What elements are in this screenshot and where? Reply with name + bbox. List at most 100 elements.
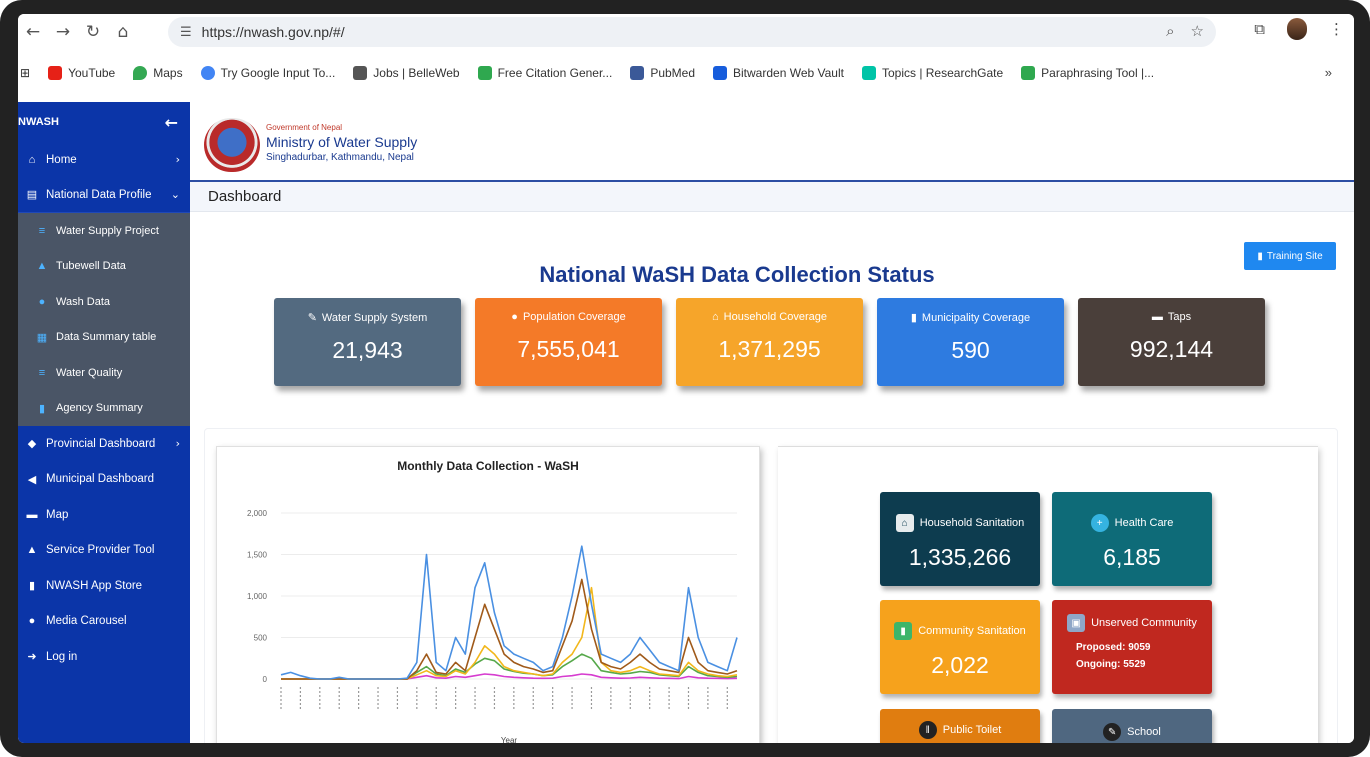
bookmarks-bar: ⊞ YouTube Maps Try Google Input To... Jo…: [18, 58, 1354, 88]
map-icon: ▬: [26, 508, 38, 521]
bookmark-item[interactable]: PubMed: [630, 66, 695, 80]
bookmark-item[interactable]: Try Google Input To...: [200, 66, 335, 80]
tubewell-icon: ▲: [36, 260, 48, 273]
edit-icon: ✎: [307, 312, 317, 324]
device-frame: ← → ↻ ⌂ ☰ https://nwash.gov.np/#/ ⌕ ☆ ⧉ …: [0, 0, 1370, 757]
unserved-icon: ▣: [1067, 614, 1086, 632]
school-icon: ✎: [1103, 723, 1122, 741]
sidebar-item-provincial-dashboard[interactable]: ◆ Provincial Dashboard ›: [18, 426, 190, 462]
chevron-right-icon: ›: [175, 153, 180, 167]
sidebar-item-municipal-dashboard[interactable]: ◀ Municipal Dashboard: [18, 462, 190, 498]
browser-window: ← → ↻ ⌂ ☰ https://nwash.gov.np/#/ ⌕ ☆ ⧉ …: [18, 14, 1354, 743]
extensions-icon[interactable]: ⧉: [1254, 20, 1265, 38]
maps-icon: [133, 66, 148, 80]
back-icon[interactable]: ←: [18, 17, 48, 47]
bookmark-star-icon[interactable]: ☆: [1191, 22, 1204, 40]
sidebar-item-national-data-profile[interactable]: ▤ National Data Profile ⌄: [18, 177, 190, 213]
series-line: [281, 586, 738, 680]
users-icon: ●: [511, 311, 518, 323]
database-icon: ▤: [26, 189, 38, 202]
tile-community-sanitation: ▮ Community Sanitation 2,022: [880, 600, 1040, 694]
youtube-icon: [48, 66, 63, 80]
home-icon: ⌂: [28, 153, 36, 166]
forward-icon[interactable]: →: [48, 17, 78, 47]
sidebar-item-map[interactable]: ▬ Map: [18, 497, 190, 533]
reload-icon[interactable]: ↻: [78, 17, 108, 47]
pubmed-icon: [630, 66, 645, 80]
address-bar[interactable]: ☰ https://nwash.gov.np/#/ ⌕ ☆: [168, 17, 1216, 47]
stat-household-coverage: ⌂ Household Coverage 1,371,295: [676, 298, 863, 386]
y-tick-label: 0: [263, 675, 268, 684]
sidebar-item-service-provider-tool[interactable]: ▲ Service Provider Tool: [18, 533, 190, 569]
more-bookmarks-icon[interactable]: »: [1325, 65, 1332, 80]
sidebar-subitem[interactable]: ≡ Water Quality: [18, 355, 190, 391]
zoom-icon[interactable]: ⌕: [1166, 22, 1174, 40]
chevron-right-icon: ›: [175, 437, 180, 451]
sidebar-brand: NWASH: [18, 116, 59, 128]
sidebar-item-media-carousel[interactable]: ● Media Carousel: [18, 604, 190, 640]
stat-cards: ✎ Water Supply System 21,943 ● Population C…: [274, 298, 1265, 386]
bookmark-item[interactable]: YouTube: [48, 66, 115, 80]
sidebar-subitem[interactable]: ▦ Data Summary table: [18, 320, 190, 356]
bookmark-item[interactable]: Free Citation Gener...: [477, 66, 612, 80]
bookmark-item[interactable]: Jobs | BelleWeb: [353, 66, 460, 80]
unserved-proposed: Proposed: 9059: [1076, 642, 1151, 653]
bookmark-item[interactable]: Topics | ResearchGate: [861, 66, 1003, 80]
main-content: Government of Nepal Ministry of Water Su…: [190, 102, 1354, 743]
stat-water-supply-system: ✎ Water Supply System 21,943: [274, 298, 461, 386]
list-icon: ≡: [38, 224, 46, 237]
sidebar-item-login[interactable]: ➜ Log in: [18, 639, 190, 675]
series-line: [281, 578, 738, 680]
book-icon: ▮: [1257, 250, 1263, 262]
sidebar-header: NWASH ←: [18, 102, 190, 142]
url-text: https://nwash.gov.np/#/: [201, 24, 345, 40]
y-tick-label: 500: [254, 634, 268, 643]
sidebar-subitem[interactable]: ≡ Water Supply Project: [18, 213, 190, 249]
browser-toolbar: ← → ↻ ⌂ ☰ https://nwash.gov.np/#/ ⌕ ☆ ⧉ …: [18, 14, 1354, 50]
tile-public-toilet: ‖ Public Toilet: [880, 709, 1040, 743]
building-icon: ▮: [38, 402, 46, 415]
x-axis-label: Year: [501, 736, 518, 743]
chevron-down-icon: ⌄: [170, 188, 180, 202]
community-icon: ▮: [894, 622, 913, 640]
sidebar-subitem[interactable]: ● Wash Data: [18, 284, 190, 320]
table-icon: ▦: [36, 331, 48, 344]
building-icon: ▮: [910, 312, 917, 324]
google-icon: [200, 66, 215, 80]
tool-icon: ▲: [26, 544, 38, 557]
sidebar-item-app-store[interactable]: ▮ NWASH App Store: [18, 568, 190, 604]
paraphrase-icon: [1021, 66, 1036, 80]
droplet-icon: ●: [38, 295, 46, 308]
site-settings-icon[interactable]: ☰: [180, 25, 192, 40]
monthly-chart-card: Monthly Data Collection - WaSH 2,000 1,50…: [216, 446, 760, 743]
menu-kebab-icon[interactable]: ⋮: [1329, 20, 1344, 38]
house-icon: ⌂: [711, 311, 719, 323]
bookmark-item[interactable]: Maps: [133, 66, 183, 80]
collapse-arrow-icon[interactable]: ←: [165, 113, 178, 132]
gov-label: Government of Nepal: [266, 123, 343, 132]
public-toilet-icon: ‖: [918, 721, 937, 739]
bookmark-item[interactable]: Paraphrasing Tool |...: [1021, 66, 1154, 80]
sidebar-item-home[interactable]: ⌂ Home ›: [18, 142, 190, 178]
list-icon: ≡: [38, 366, 46, 379]
profile-avatar[interactable]: [1287, 18, 1307, 40]
sidebar: NWASH ← ⌂ Home › ▤ National Data Profile ⌄ ≡…: [18, 102, 190, 743]
citation-icon: [477, 66, 492, 80]
tile-school: ✎ School: [1052, 709, 1212, 743]
nepal-emblem-logo: [204, 118, 260, 172]
stat-population-coverage: ● Population Coverage 7,555,041: [475, 298, 662, 386]
bitwarden-icon: [713, 66, 728, 80]
sidebar-submenu: ≡ Water Supply Project ▲ Tubewell Data ● Wa…: [18, 213, 190, 426]
home-icon[interactable]: ⌂: [108, 17, 138, 47]
mobile-icon: ▮: [28, 580, 36, 593]
y-tick-label: 1,500: [247, 551, 268, 560]
sidebar-subitem[interactable]: ▮ Agency Summary: [18, 391, 190, 427]
apps-icon[interactable]: ⊞: [20, 66, 30, 80]
jobs-icon: [353, 66, 368, 80]
y-tick-label: 2,000: [247, 509, 268, 518]
ministry-title: Ministry of Water Supply: [266, 134, 418, 150]
sidebar-subitem[interactable]: ▲ Tubewell Data: [18, 249, 190, 285]
wash-tiles-card: ⌂ Household Sanitation 1,335,266 + Health …: [778, 446, 1318, 743]
bookmark-item[interactable]: Bitwarden Web Vault: [713, 66, 844, 80]
stat-municipality-coverage: ▮ Municipality Coverage 590: [877, 298, 1064, 386]
